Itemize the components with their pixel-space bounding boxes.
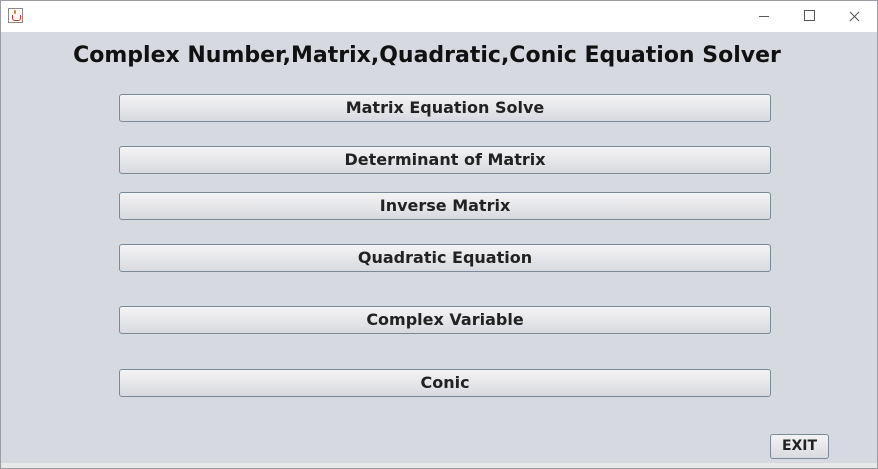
quadratic-equation-button[interactable]: Quadratic Equation	[119, 244, 771, 272]
exit-button[interactable]: EXIT	[770, 434, 829, 459]
minimize-icon[interactable]	[741, 1, 786, 32]
java-app-icon	[8, 8, 23, 23]
page-title: Complex Number,Matrix,Quadratic,Conic Eq…	[73, 43, 781, 68]
close-icon[interactable]	[831, 1, 876, 32]
matrix-equation-solve-button[interactable]: Matrix Equation Solve	[119, 94, 771, 122]
conic-button[interactable]: Conic	[119, 369, 771, 397]
determinant-of-matrix-button[interactable]: Determinant of Matrix	[119, 146, 771, 174]
maximize-icon[interactable]	[786, 1, 831, 32]
inverse-matrix-button[interactable]: Inverse Matrix	[119, 192, 771, 220]
complex-variable-button[interactable]: Complex Variable	[119, 306, 771, 334]
app-window: Complex Number,Matrix,Quadratic,Conic Eq…	[0, 0, 878, 469]
title-bar[interactable]	[1, 1, 877, 32]
bottom-edge	[1, 463, 877, 468]
